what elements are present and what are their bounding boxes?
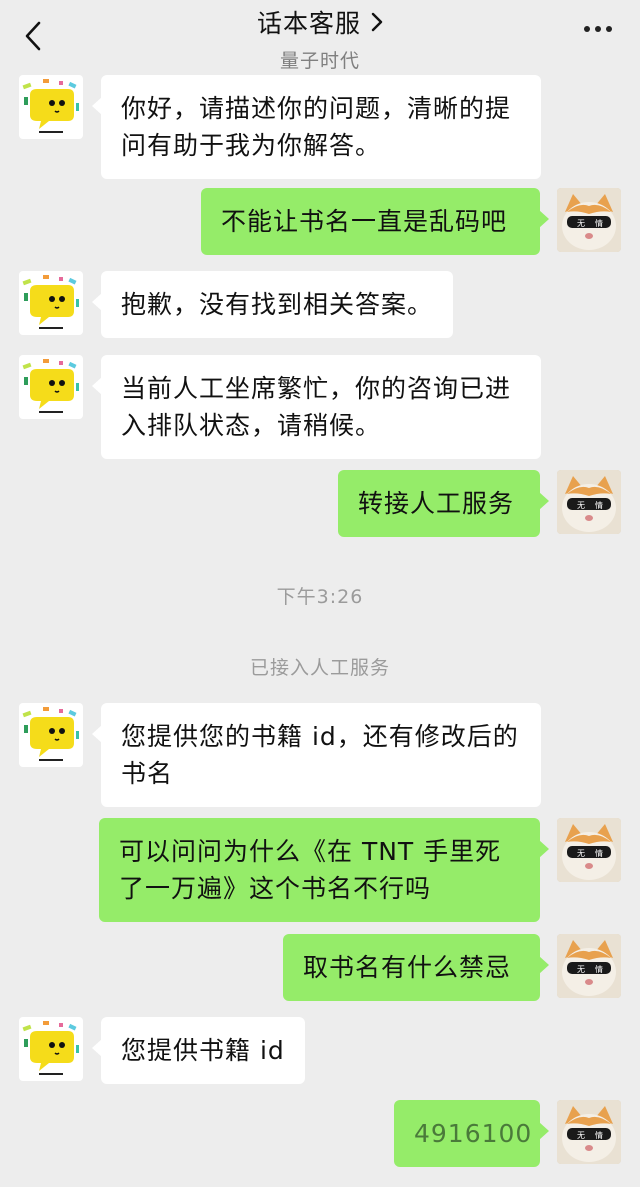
message-bubble-received[interactable]: 当前人工坐席繁忙，你的咨询已进入排队状态，请稍候。: [92, 355, 541, 459]
avatar-user[interactable]: 无 情: [557, 188, 621, 252]
speech-bubble-face-icon: [22, 359, 79, 413]
message-bubble-sent[interactable]: 转接人工服务: [338, 470, 549, 537]
chat-title-text: 话本客服: [256, 9, 361, 38]
more-dot-icon: [584, 26, 590, 32]
avatar-bot[interactable]: [19, 1017, 83, 1081]
message-bubble-received[interactable]: 你好，请描述你的问题，清晰的提问有助于我为你解答。: [92, 75, 541, 179]
cat-with-sunglasses-icon: 无 情: [557, 818, 621, 882]
avatar-bot[interactable]: [19, 355, 83, 419]
avatar-user[interactable]: 无 情: [557, 1100, 621, 1164]
glasses-text-right: 情: [595, 848, 603, 858]
message-bubble-sent[interactable]: 不能让书名一直是乱码吧: [201, 188, 549, 255]
chat-header: 话本客服 量子时代: [0, 0, 640, 72]
message-bubble-sent[interactable]: 可以问问为什么《在 TNT 手里死了一万遍》这个书名不行吗: [99, 818, 549, 922]
message-text: 不能让书名一直是乱码吧: [221, 207, 508, 236]
avatar-bot[interactable]: [19, 271, 83, 335]
glasses-text-left: 无: [577, 965, 585, 974]
glasses-text-right: 情: [595, 500, 603, 510]
message-bubble-sent[interactable]: 4916100: [394, 1100, 549, 1167]
message-text: 抱歉，没有找到相关答案。: [121, 290, 434, 319]
message-bubble-sent[interactable]: 取书名有什么禁忌: [283, 934, 549, 1001]
chat-subtitle: 量子时代: [279, 50, 360, 72]
avatar-user[interactable]: 无 情: [557, 818, 621, 882]
more-options-button[interactable]: [584, 26, 612, 32]
avatar-bot[interactable]: [19, 703, 83, 767]
glasses-text-right: 情: [595, 1130, 603, 1140]
glasses-text-left: 无: [577, 849, 585, 858]
speech-bubble-face-icon: [22, 1021, 79, 1075]
message-text: 取书名有什么禁忌: [303, 953, 512, 982]
header-title-block: 话本客服 量子时代: [0, 4, 640, 73]
speech-bubble-face-icon: [22, 275, 79, 329]
system-notice: 已接入人工服务: [249, 657, 390, 679]
avatar-user[interactable]: 无 情: [557, 934, 621, 998]
glasses-text-right: 情: [595, 218, 603, 228]
avatar-bot[interactable]: [19, 75, 83, 139]
glasses-text-right: 情: [595, 964, 603, 974]
cat-with-sunglasses-icon: 无 情: [557, 188, 621, 252]
message-bubble-received[interactable]: 您提供书籍 id: [92, 1017, 305, 1084]
chat-title[interactable]: 话本客服: [257, 4, 383, 40]
more-dot-icon: [595, 26, 601, 32]
chevron-right-icon: [371, 12, 383, 32]
cat-with-sunglasses-icon: 无 情: [557, 934, 621, 998]
message-text: 你好，请描述你的问题，清晰的提问有助于我为你解答。: [121, 94, 512, 160]
message-text: 您提供书籍 id: [121, 1036, 285, 1065]
glasses-text-left: 无: [577, 501, 585, 510]
speech-bubble-face-icon: [22, 79, 79, 133]
message-text: 可以问问为什么《在 TNT 手里死了一万遍》这个书名不行吗: [119, 837, 502, 903]
speech-bubble-face-icon: [22, 707, 79, 761]
cat-with-sunglasses-icon: 无 情: [557, 470, 621, 534]
glasses-text-left: 无: [577, 219, 585, 228]
message-bubble-received[interactable]: 您提供您的书籍 id，还有修改后的书名: [92, 703, 541, 807]
more-dot-icon: [606, 26, 612, 32]
message-text: 您提供您的书籍 id，还有修改后的书名: [121, 722, 519, 788]
message-bubble-received[interactable]: 抱歉，没有找到相关答案。: [91, 271, 454, 338]
timestamp-label: 下午3:26: [276, 586, 364, 608]
message-text: 转接人工服务: [358, 489, 515, 518]
message-text: 4916100: [414, 1119, 533, 1148]
glasses-text-left: 无: [577, 1131, 585, 1140]
avatar-user[interactable]: 无 情: [557, 470, 621, 534]
message-text: 当前人工坐席繁忙，你的咨询已进入排队状态，请稍候。: [121, 374, 512, 440]
cat-with-sunglasses-icon: 无 情: [557, 1100, 621, 1164]
